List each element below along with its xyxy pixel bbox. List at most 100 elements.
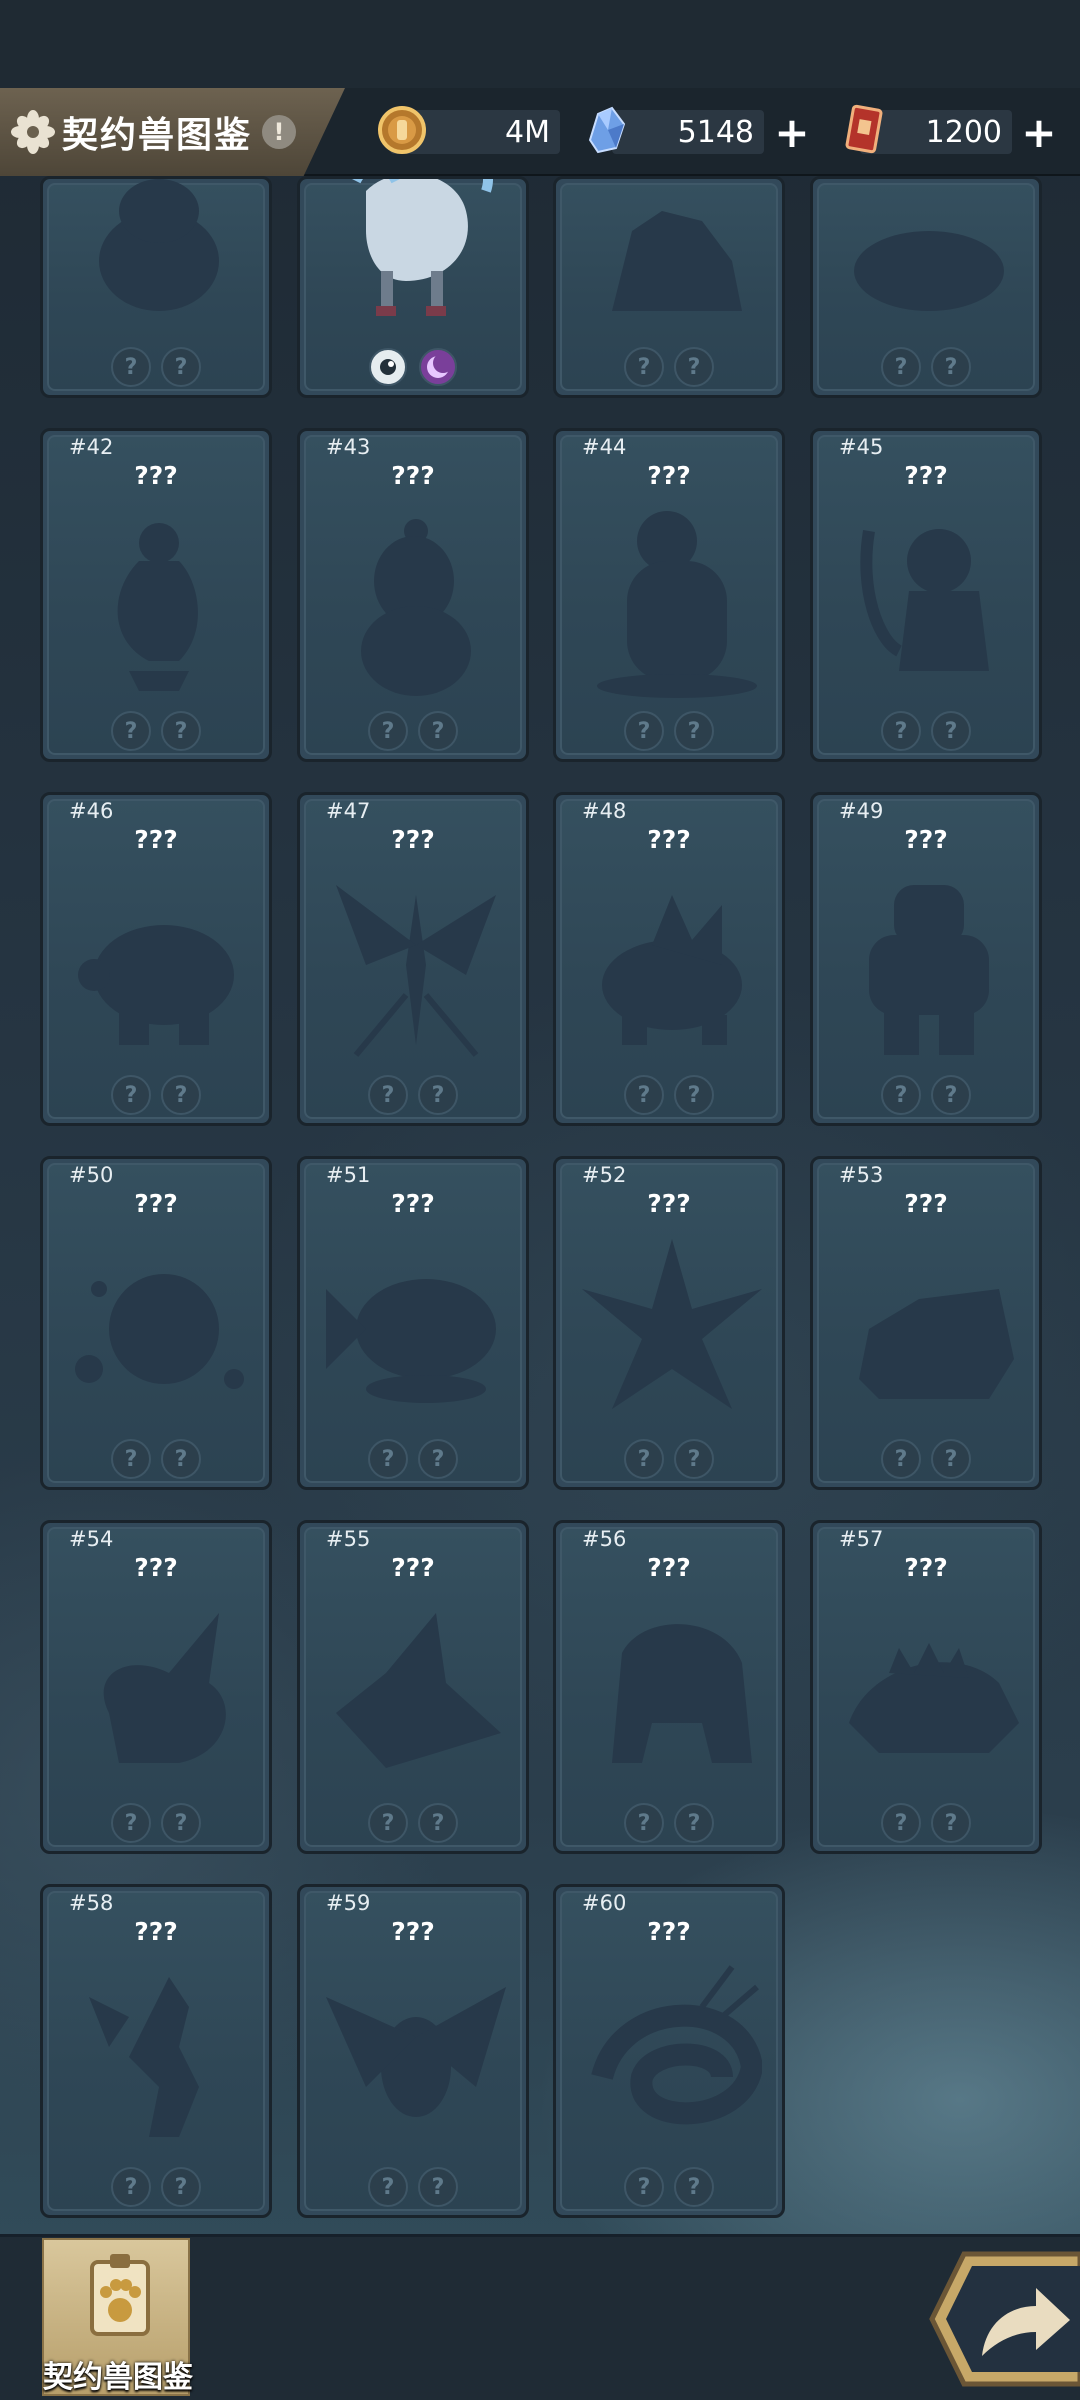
card-name: ??? bbox=[391, 1917, 435, 1946]
card-name: ??? bbox=[904, 825, 948, 854]
beast-card[interactable]: #60????? bbox=[553, 1884, 785, 2218]
unknown-attribute-badge: ? bbox=[624, 347, 664, 387]
unknown-attribute-badge: ? bbox=[111, 711, 151, 751]
beast-silhouette-icon bbox=[597, 511, 757, 698]
beast-silhouette-icon bbox=[854, 231, 1004, 311]
card-number: #56 bbox=[582, 1527, 627, 1551]
unknown-attribute-badge: ? bbox=[161, 2167, 201, 2207]
attribute-badges: ?? bbox=[556, 1803, 782, 1843]
attribute-badges: ?? bbox=[813, 1439, 1039, 1479]
card-name: ??? bbox=[647, 825, 691, 854]
attribute-badges bbox=[300, 347, 526, 387]
unknown-attribute-badge: ? bbox=[368, 711, 408, 751]
beast-card[interactable]: ?? bbox=[40, 176, 272, 398]
beast-card[interactable]: #53????? bbox=[810, 1156, 1042, 1490]
beast-card[interactable]: #42????? bbox=[40, 428, 272, 762]
beast-card[interactable]: #43????? bbox=[297, 428, 529, 762]
moon-element-icon bbox=[419, 348, 457, 386]
beast-card[interactable]: #55????? bbox=[297, 1520, 529, 1854]
attribute-badges: ?? bbox=[300, 1439, 526, 1479]
card-name: ??? bbox=[647, 461, 691, 490]
beast-card[interactable]: #49????? bbox=[810, 792, 1042, 1126]
unknown-attribute-badge: ? bbox=[624, 2167, 664, 2207]
card-name: ??? bbox=[134, 461, 178, 490]
paw-scroll-icon bbox=[90, 2254, 150, 2336]
card-name: ??? bbox=[134, 1553, 178, 1582]
crystal-value: 5148 bbox=[677, 114, 754, 150]
beast-silhouette-icon bbox=[859, 1289, 1014, 1399]
card-name: ??? bbox=[391, 825, 435, 854]
unknown-attribute-badge: ? bbox=[931, 1439, 971, 1479]
attribute-badges: ?? bbox=[813, 711, 1039, 751]
beast-silhouette-icon bbox=[326, 1279, 496, 1403]
return-arrow-icon[interactable] bbox=[924, 2244, 1080, 2394]
flower-icon bbox=[11, 110, 55, 154]
attribute-badges: ?? bbox=[43, 1439, 269, 1479]
unknown-attribute-badge: ? bbox=[881, 1439, 921, 1479]
ticket-value: 1200 bbox=[925, 114, 1002, 150]
unknown-attribute-badge: ? bbox=[418, 1439, 458, 1479]
unknown-attribute-badge: ? bbox=[111, 1439, 151, 1479]
card-name: ??? bbox=[391, 1189, 435, 1218]
revealed-beast-icon bbox=[352, 179, 493, 316]
unknown-attribute-badge: ? bbox=[161, 1439, 201, 1479]
beast-card[interactable] bbox=[297, 176, 529, 398]
unknown-attribute-badge: ? bbox=[881, 1075, 921, 1115]
unknown-attribute-badge: ? bbox=[881, 711, 921, 751]
beast-card[interactable]: #45????? bbox=[810, 428, 1042, 762]
card-number: #54 bbox=[69, 1527, 114, 1551]
attribute-badges: ?? bbox=[813, 347, 1039, 387]
card-name: ??? bbox=[904, 1189, 948, 1218]
beast-card[interactable]: #56????? bbox=[553, 1520, 785, 1854]
unknown-attribute-badge: ? bbox=[624, 1803, 664, 1843]
info-icon[interactable]: ! bbox=[262, 115, 297, 149]
attribute-badges: ?? bbox=[43, 1075, 269, 1115]
card-number: #59 bbox=[326, 1891, 371, 1915]
unknown-attribute-badge: ? bbox=[161, 711, 201, 751]
beast-card[interactable]: #57????? bbox=[810, 1520, 1042, 1854]
card-number: #58 bbox=[69, 1891, 114, 1915]
add-crystal-button[interactable]: + bbox=[770, 108, 814, 157]
beast-card[interactable]: #47????? bbox=[297, 792, 529, 1126]
beast-card[interactable]: ?? bbox=[553, 176, 785, 398]
beast-card[interactable]: ?? bbox=[810, 176, 1042, 398]
add-ticket-button[interactable]: + bbox=[1017, 108, 1061, 157]
beast-card[interactable]: #50????? bbox=[40, 1156, 272, 1490]
unknown-attribute-badge: ? bbox=[624, 1439, 664, 1479]
beast-card[interactable]: #54????? bbox=[40, 1520, 272, 1854]
beast-silhouette-icon bbox=[75, 1274, 244, 1389]
beast-silhouette-icon bbox=[336, 885, 496, 1057]
unknown-attribute-badge: ? bbox=[674, 1439, 714, 1479]
card-number: #48 bbox=[582, 799, 627, 823]
unknown-attribute-badge: ? bbox=[931, 347, 971, 387]
card-name: ??? bbox=[904, 1553, 948, 1582]
card-number: #45 bbox=[839, 435, 884, 459]
card-number: #60 bbox=[582, 1891, 627, 1915]
beast-card[interactable]: #48????? bbox=[553, 792, 785, 1126]
card-name: ??? bbox=[134, 825, 178, 854]
beast-card[interactable]: #44????? bbox=[553, 428, 785, 762]
status-bar bbox=[0, 0, 1080, 88]
attribute-badges: ?? bbox=[300, 711, 526, 751]
unknown-attribute-badge: ? bbox=[624, 711, 664, 751]
attribute-badges: ?? bbox=[556, 1075, 782, 1115]
beast-card[interactable]: #51????? bbox=[297, 1156, 529, 1490]
beast-card[interactable]: #58????? bbox=[40, 1884, 272, 2218]
attribute-badges: ?? bbox=[300, 1803, 526, 1843]
unknown-attribute-badge: ? bbox=[674, 2167, 714, 2207]
attribute-badges: ?? bbox=[556, 711, 782, 751]
beast-card[interactable]: #59????? bbox=[297, 1884, 529, 2218]
card-name: ??? bbox=[134, 1189, 178, 1218]
card-name: ??? bbox=[647, 1917, 691, 1946]
beast-silhouette-icon bbox=[869, 885, 989, 1055]
beast-silhouette-icon bbox=[117, 523, 198, 691]
title-plate: 契约兽图鉴 ! bbox=[0, 88, 345, 176]
card-number: #53 bbox=[839, 1163, 884, 1187]
beast-card[interactable]: #46????? bbox=[40, 792, 272, 1126]
card-name: ??? bbox=[647, 1553, 691, 1582]
unknown-attribute-badge: ? bbox=[368, 1075, 408, 1115]
unknown-attribute-badge: ? bbox=[881, 1803, 921, 1843]
unknown-attribute-badge: ? bbox=[881, 347, 921, 387]
beast-card[interactable]: #52????? bbox=[553, 1156, 785, 1490]
unknown-attribute-badge: ? bbox=[161, 1075, 201, 1115]
